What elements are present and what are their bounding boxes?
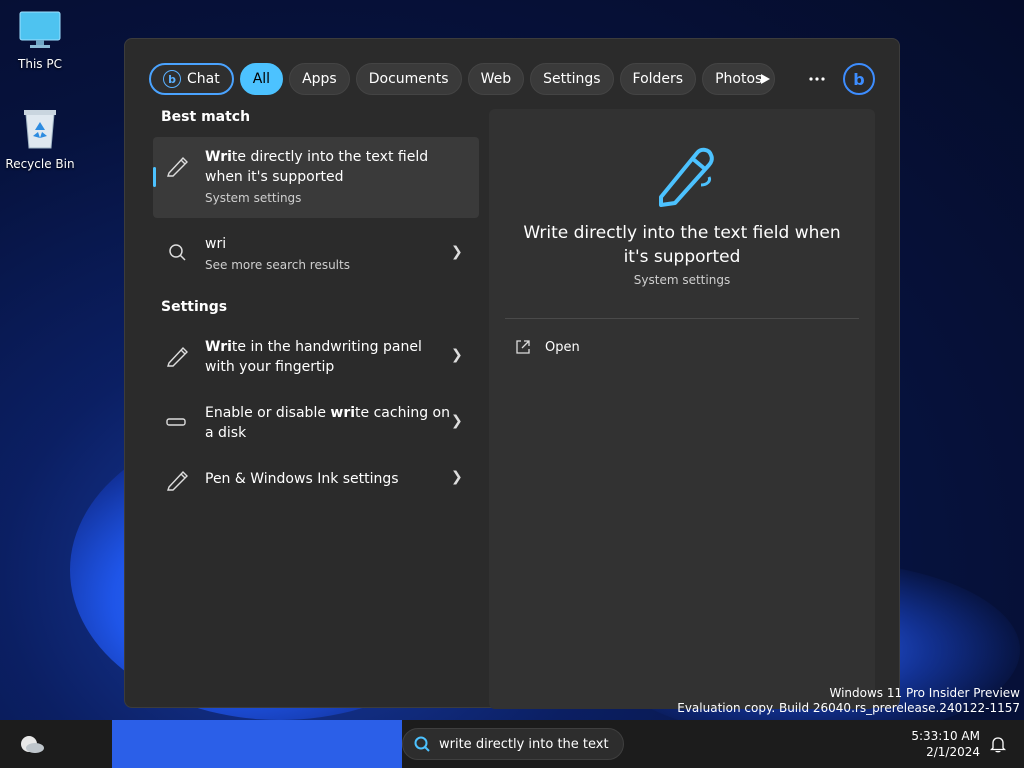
clock-date: 2/1/2024 xyxy=(926,745,980,759)
tab-chat[interactable]: b Chat xyxy=(149,63,234,95)
divider xyxy=(505,318,859,319)
watermark-line-2: Evaluation copy. Build 26040.rs_prerelea… xyxy=(677,701,1020,715)
settings-result-title: Pen & Windows Ink settings xyxy=(205,471,399,487)
best-match-heading: Best match xyxy=(161,109,251,125)
open-external-icon xyxy=(516,340,530,354)
chevron-right-icon: ❯ xyxy=(451,469,463,485)
settings-heading: Settings xyxy=(161,299,228,315)
chevron-right-icon: ❯ xyxy=(451,244,463,260)
desktop-icon-label: This PC xyxy=(18,57,62,71)
settings-result-title: Enable or disable write caching on a dis… xyxy=(205,405,450,441)
play-button[interactable] xyxy=(749,63,781,95)
pen-icon xyxy=(659,147,714,207)
tab-label: Chat xyxy=(187,71,220,87)
desktop-icon-label: Recycle Bin xyxy=(5,157,75,171)
weather-icon[interactable] xyxy=(18,732,46,756)
best-match-result[interactable]: Write directly into the text field when … xyxy=(153,137,479,218)
chevron-right-icon: ❯ xyxy=(451,347,463,363)
web-search-query: wri xyxy=(205,236,227,252)
taskbar-search-box[interactable]: write directly into the text f xyxy=(402,728,624,760)
clock-time: 5:33:10 AM xyxy=(911,729,980,743)
play-icon xyxy=(761,74,770,84)
best-match-title: Write directly into the text field when … xyxy=(205,149,429,185)
drive-icon xyxy=(166,418,186,426)
settings-result[interactable]: Pen & Windows Ink settings ❯ xyxy=(153,459,479,501)
desktop-icon-recycle-bin[interactable]: Recycle Bin xyxy=(0,106,80,171)
open-action-label: Open xyxy=(545,339,580,355)
system-clock[interactable]: 5:33:10 AM 2/1/2024 xyxy=(911,728,980,760)
watermark-line-1: Windows 11 Pro Insider Preview xyxy=(829,686,1020,700)
web-search-result[interactable]: wri See more search results ❯ xyxy=(153,224,479,285)
results-list: Best match Write directly into the text … xyxy=(153,109,479,507)
settings-result[interactable]: Write in the handwriting panel with your… xyxy=(153,327,479,387)
more-options-button[interactable] xyxy=(801,63,833,95)
tab-web[interactable]: Web xyxy=(467,63,525,95)
search-icon xyxy=(169,244,186,261)
bing-icon: b xyxy=(163,70,181,88)
taskbar-search-input[interactable]: write directly into the text f xyxy=(439,737,611,752)
search-panel: b Chat All Apps Documents Web Settings F… xyxy=(124,38,900,709)
recycle-bin-icon xyxy=(24,110,56,149)
bing-icon: b xyxy=(853,69,865,89)
pen-icon xyxy=(167,470,188,491)
taskbar-highlight xyxy=(112,720,402,768)
web-search-subtitle: See more search results xyxy=(205,258,350,272)
detail-title: Write directly into the text field when … xyxy=(523,223,841,267)
tab-all[interactable]: All xyxy=(239,63,284,95)
settings-result[interactable]: Enable or disable write caching on a dis… xyxy=(153,393,479,453)
detail-subtitle: System settings xyxy=(633,273,731,287)
tab-folders[interactable]: Folders xyxy=(619,63,697,95)
pen-icon xyxy=(167,156,188,177)
taskbar: write directly into the text f 5:33:10 A… xyxy=(0,720,1024,768)
tab-tools: b xyxy=(729,62,875,96)
monitor-icon xyxy=(19,11,61,48)
search-icon xyxy=(414,736,430,752)
settings-result-title: Write in the handwriting panel with your… xyxy=(205,339,422,375)
pen-icon xyxy=(167,346,188,367)
tab-apps[interactable]: Apps xyxy=(289,63,350,95)
best-match-subtitle: System settings xyxy=(205,191,302,205)
search-filter-tabs: b Chat All Apps Documents Web Settings F… xyxy=(149,62,875,96)
chevron-right-icon: ❯ xyxy=(451,413,463,429)
bing-button[interactable]: b xyxy=(843,63,875,95)
evaluation-watermark: Windows 11 Pro Insider Preview Evaluatio… xyxy=(677,686,1020,716)
tab-documents[interactable]: Documents xyxy=(355,63,462,95)
notification-bell-icon[interactable] xyxy=(990,735,1006,753)
detail-pane: Write directly into the text field when … xyxy=(489,109,875,709)
open-action[interactable]: Open xyxy=(515,339,580,355)
tab-settings[interactable]: Settings xyxy=(530,63,614,95)
more-icon xyxy=(809,77,825,81)
desktop-icon-this-pc[interactable]: This PC xyxy=(0,10,80,71)
